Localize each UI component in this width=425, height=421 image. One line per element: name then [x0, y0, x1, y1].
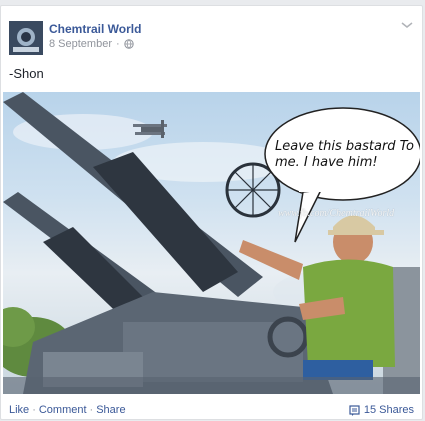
like-link[interactable]: Like: [9, 404, 29, 416]
speech-bubble-text: Leave this bastard To me. I have him!: [275, 139, 414, 170]
photo-watermark: www.fb.com/ChemtrailWorld: [278, 208, 395, 219]
page-name-link[interactable]: Chemtrail World: [49, 22, 141, 36]
page-avatar[interactable]: [9, 21, 43, 55]
post-photo[interactable]: Leave this bastard To me. I have him! ww…: [3, 92, 420, 394]
shares-count-link[interactable]: 15 Shares: [349, 404, 414, 416]
action-separator: ·: [89, 404, 94, 416]
share-link[interactable]: Share: [96, 404, 125, 416]
shares-count: 15 Shares: [363, 404, 414, 416]
post-date[interactable]: 8 September: [49, 38, 112, 50]
chevron-down-icon[interactable]: [400, 20, 414, 30]
post-text: -Shon: [9, 66, 44, 81]
avatar-image: [9, 21, 43, 55]
photo-illustration: [3, 92, 420, 394]
globe-icon[interactable]: [123, 39, 134, 49]
action-bar: Like · Comment · Share: [9, 404, 126, 416]
action-separator: ·: [32, 404, 36, 416]
comment-link[interactable]: Comment: [39, 404, 87, 416]
post-meta: 8 September ·: [49, 38, 134, 50]
post-card: Chemtrail World 8 September · -Shon Leav…: [0, 5, 423, 420]
share-icon: [349, 404, 360, 416]
